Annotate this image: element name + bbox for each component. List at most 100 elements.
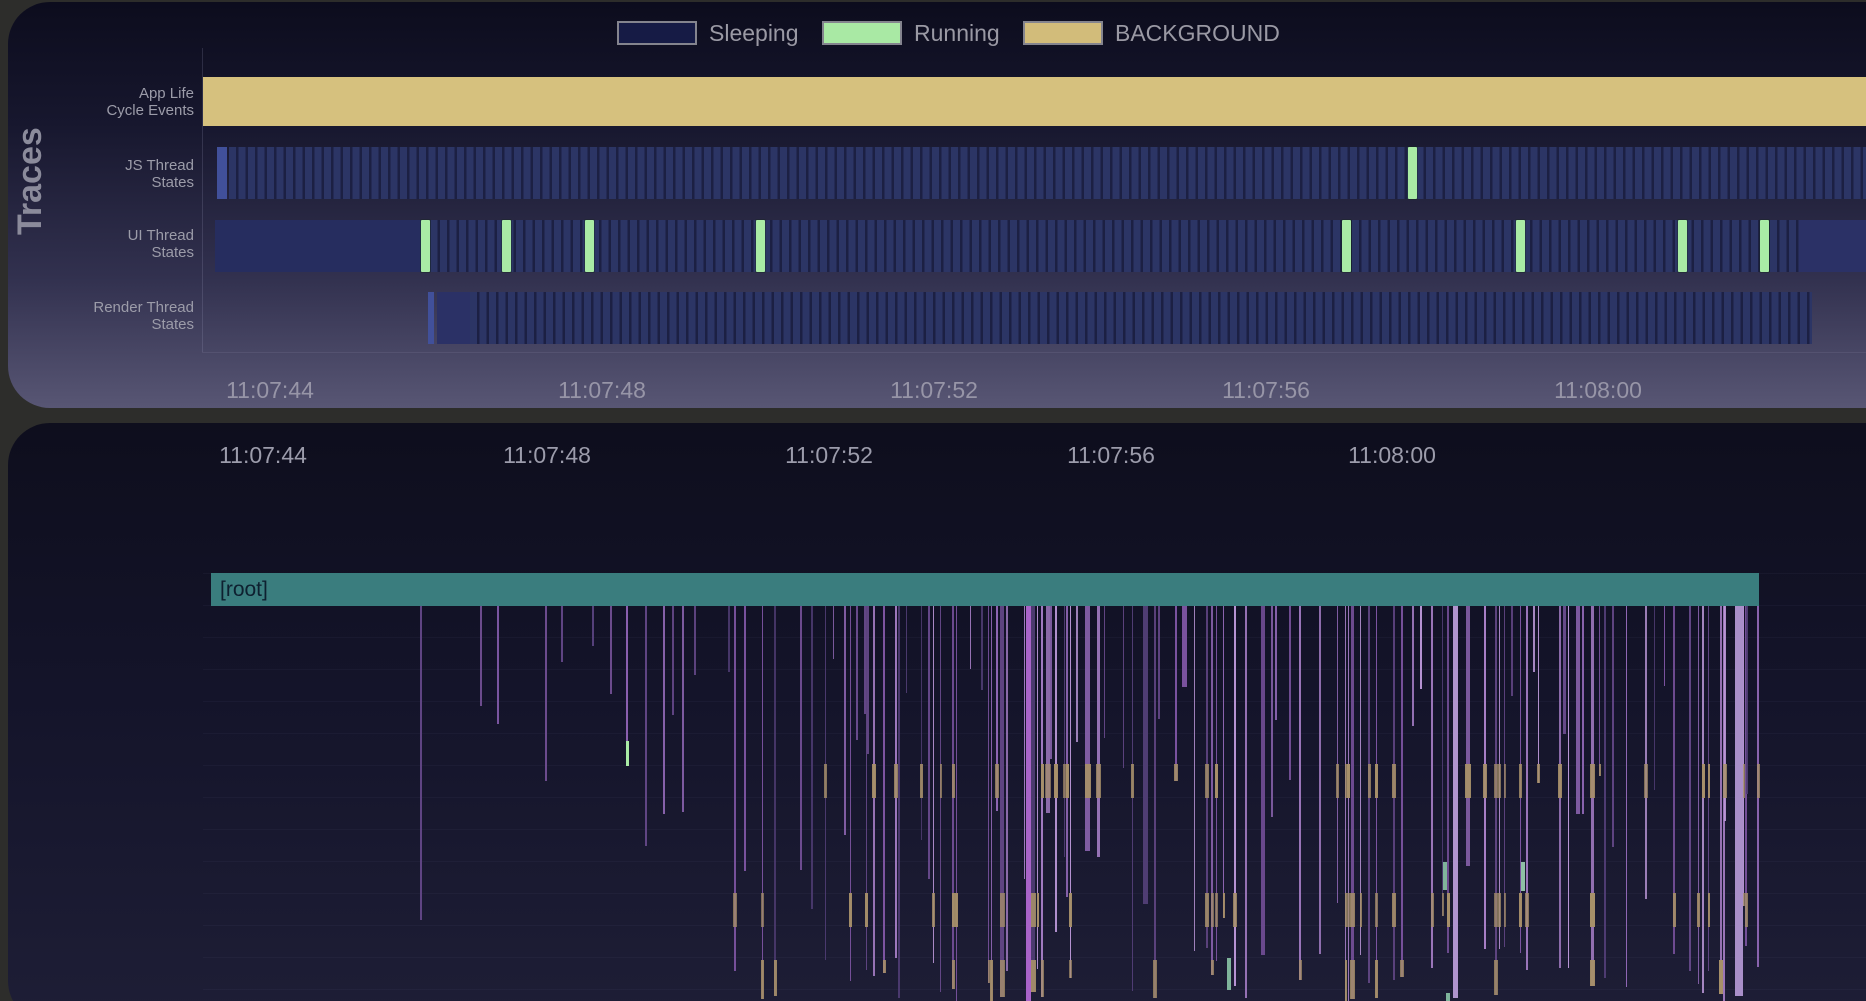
flame-column[interactable] bbox=[774, 606, 776, 996]
track-ui-thread-states-seg2[interactable] bbox=[1799, 220, 1866, 272]
running-mark-ui-thread-states[interactable] bbox=[585, 220, 594, 272]
flame-background-frame[interactable] bbox=[955, 893, 958, 927]
flame-background-frame[interactable] bbox=[1096, 764, 1101, 798]
flame-background-frame[interactable] bbox=[1375, 764, 1378, 798]
flame-column[interactable] bbox=[1348, 606, 1350, 1001]
flame-column[interactable] bbox=[800, 606, 802, 870]
flame-background-frame[interactable] bbox=[1708, 764, 1711, 798]
flame-background-frame[interactable] bbox=[1590, 960, 1595, 986]
track-app-lifecycle-events-seg0[interactable] bbox=[203, 77, 1866, 126]
track-render-thread-states-seg1[interactable] bbox=[437, 292, 470, 344]
running-mark-ui-thread-states[interactable] bbox=[502, 220, 511, 272]
flame-column[interactable] bbox=[762, 606, 763, 999]
flame-column[interactable] bbox=[694, 606, 696, 675]
flame-column[interactable] bbox=[1234, 606, 1236, 986]
flame-background-frame[interactable] bbox=[1037, 893, 1040, 927]
flame-background-frame[interactable] bbox=[1431, 893, 1435, 927]
flame-column[interactable] bbox=[672, 606, 674, 715]
running-mark-ui-thread-states[interactable] bbox=[1760, 220, 1769, 272]
flame-background-frame[interactable] bbox=[932, 893, 935, 927]
flame-background-frame[interactable] bbox=[1494, 764, 1498, 798]
flame-column[interactable] bbox=[1275, 606, 1276, 720]
flame-background-frame[interactable] bbox=[1211, 960, 1215, 975]
flame-column[interactable] bbox=[1066, 606, 1068, 897]
flame-column[interactable] bbox=[1568, 606, 1569, 968]
flame-column[interactable] bbox=[1050, 606, 1052, 759]
flame-background-frame[interactable] bbox=[1299, 960, 1303, 980]
flame-column[interactable] bbox=[663, 606, 665, 814]
flame-column[interactable] bbox=[728, 606, 730, 672]
flame-background-frame[interactable] bbox=[1215, 764, 1218, 798]
running-mark-ui-thread-states[interactable] bbox=[1342, 220, 1351, 272]
flame-background-frame[interactable] bbox=[883, 960, 887, 973]
flame-background-frame[interactable] bbox=[865, 893, 868, 927]
flame-column[interactable] bbox=[1006, 606, 1008, 971]
flame-background-frame[interactable] bbox=[1069, 893, 1072, 927]
flame-background-frame[interactable] bbox=[1447, 893, 1451, 927]
flame-background-frame[interactable] bbox=[1702, 764, 1706, 798]
flame-column[interactable] bbox=[1511, 606, 1513, 696]
flame-column[interactable] bbox=[1720, 606, 1722, 994]
flame-background-frame[interactable] bbox=[1400, 960, 1404, 977]
flame-column[interactable] bbox=[1123, 606, 1124, 768]
flame-column[interactable] bbox=[1031, 606, 1035, 992]
flame-column[interactable] bbox=[592, 606, 594, 646]
flame-background-frame[interactable] bbox=[1054, 764, 1058, 798]
flame-background-frame[interactable] bbox=[894, 764, 898, 798]
running-mark-ui-thread-states[interactable] bbox=[756, 220, 765, 272]
flame-column[interactable] bbox=[1143, 606, 1148, 904]
track-js-thread-states-seg0[interactable] bbox=[217, 147, 227, 199]
flame-background-frame[interactable] bbox=[990, 960, 993, 1001]
flame-column[interactable] bbox=[1412, 606, 1414, 726]
flame-background-frame[interactable] bbox=[920, 764, 923, 798]
flame-background-frame[interactable] bbox=[1000, 893, 1005, 927]
flame-background-frame[interactable] bbox=[952, 960, 956, 989]
flame-background-frame[interactable] bbox=[1085, 764, 1091, 798]
flame-background-frame[interactable] bbox=[1045, 764, 1051, 798]
flame-column[interactable] bbox=[1132, 606, 1133, 991]
flame-column[interactable] bbox=[1097, 606, 1100, 857]
flame-column[interactable] bbox=[1420, 606, 1422, 689]
flame-background-frame[interactable] bbox=[1041, 764, 1044, 798]
flame-column[interactable] bbox=[1271, 606, 1273, 817]
flame-running-frame[interactable] bbox=[1443, 862, 1447, 890]
flame-background-frame[interactable] bbox=[1558, 764, 1562, 798]
running-mark-js-thread-states[interactable] bbox=[1408, 147, 1417, 199]
flamegraph-root-frame[interactable]: [root] bbox=[211, 573, 1759, 606]
flame-background-frame[interactable] bbox=[1041, 960, 1044, 997]
flame-column[interactable] bbox=[811, 606, 813, 909]
flame-background-frame[interactable] bbox=[1708, 893, 1711, 927]
flame-column[interactable] bbox=[1401, 606, 1403, 977]
flame-background-frame[interactable] bbox=[1590, 764, 1595, 798]
flame-column[interactable] bbox=[856, 606, 858, 740]
flame-column[interactable] bbox=[1538, 606, 1539, 783]
flame-column[interactable] bbox=[1076, 606, 1078, 742]
flame-background-frame[interactable] bbox=[1519, 764, 1522, 798]
flame-column[interactable] bbox=[1000, 606, 1003, 997]
flame-column[interactable] bbox=[497, 606, 499, 724]
flame-column[interactable] bbox=[1299, 606, 1301, 980]
flame-column[interactable] bbox=[1194, 606, 1195, 951]
flame-column[interactable] bbox=[981, 606, 983, 690]
flame-column[interactable] bbox=[833, 606, 834, 659]
flame-column[interactable] bbox=[921, 606, 922, 840]
flame-column[interactable] bbox=[1351, 606, 1354, 999]
flame-column[interactable] bbox=[988, 606, 989, 983]
flame-background-frame[interactable] bbox=[872, 764, 876, 798]
flame-background-frame[interactable] bbox=[1590, 893, 1595, 927]
flame-background-frame[interactable] bbox=[1644, 764, 1648, 798]
track-render-thread-states-seg0[interactable] bbox=[428, 292, 434, 344]
flame-background-frame[interactable] bbox=[1131, 764, 1134, 798]
flame-column[interactable] bbox=[1245, 606, 1247, 998]
flame-background-frame[interactable] bbox=[1483, 764, 1487, 798]
flame-column[interactable] bbox=[1376, 606, 1377, 998]
flame-background-frame[interactable] bbox=[1745, 893, 1748, 927]
running-mark-ui-thread-states[interactable] bbox=[1516, 220, 1525, 272]
track-ui-thread-states-seg1[interactable] bbox=[421, 220, 1799, 272]
flame-background-frame[interactable] bbox=[774, 960, 778, 996]
flame-background-frame[interactable] bbox=[1757, 764, 1760, 798]
flame-background-frame[interactable] bbox=[1494, 893, 1498, 927]
flame-column[interactable] bbox=[1026, 606, 1031, 1001]
flame-column[interactable] bbox=[1689, 606, 1690, 971]
flame-column[interactable] bbox=[1085, 606, 1089, 851]
